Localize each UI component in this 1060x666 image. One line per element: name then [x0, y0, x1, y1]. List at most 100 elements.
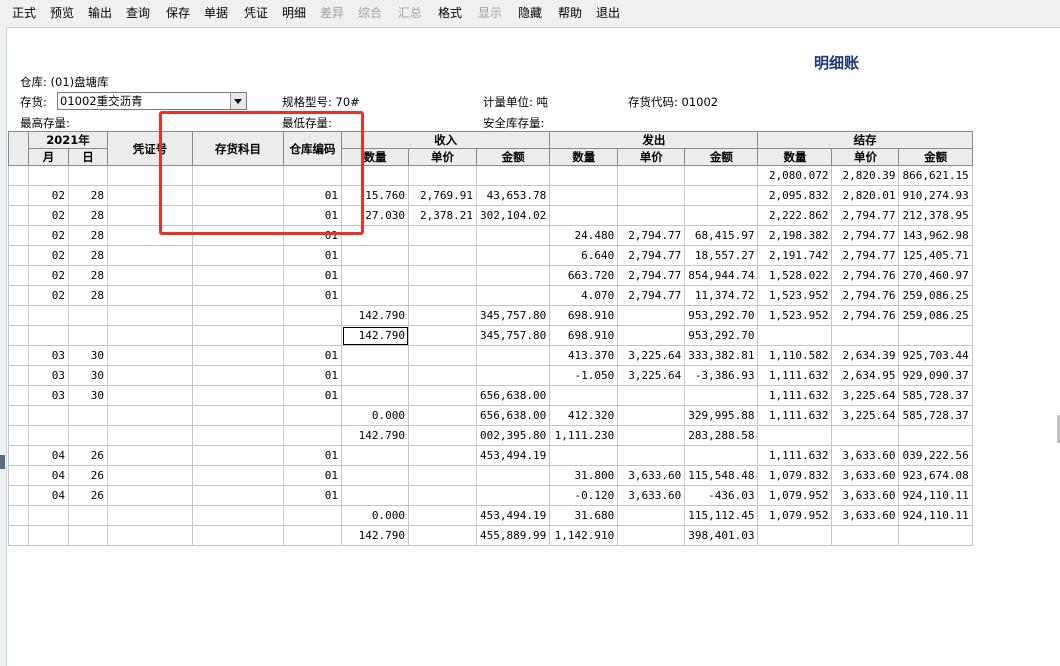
cell-month[interactable]: 04 [28, 485, 69, 506]
cell-balance-amount[interactable]: 270,460.97 [898, 265, 973, 286]
cell-income-qty[interactable] [341, 345, 409, 366]
cell-voucher[interactable] [107, 365, 193, 386]
cell-month[interactable]: 02 [28, 245, 69, 266]
cell-income-qty[interactable]: 27.030 [341, 205, 409, 226]
cell-issue-amount[interactable]: -3,386.93 [684, 365, 759, 386]
cell-balance-amount[interactable]: 925,703.44 [898, 345, 973, 366]
cell-month[interactable]: 04 [28, 465, 69, 486]
cell-income-price[interactable] [408, 505, 477, 526]
cell-month[interactable] [28, 165, 69, 186]
cell-balance-qty[interactable]: 2,198.382 [757, 225, 833, 246]
cell-warehouse-code[interactable]: 01 [283, 285, 342, 306]
row-header[interactable] [8, 185, 29, 206]
cell-issue-amount[interactable]: 333,382.81 [684, 345, 759, 366]
cell-income-amount[interactable] [475, 345, 551, 366]
table-row[interactable]: 142.790 345,757.80 698.910 953,292.70 1,523.… [8, 305, 973, 326]
cell-day[interactable] [68, 325, 108, 346]
row-header[interactable] [8, 345, 29, 366]
table-row[interactable]: 142.790 455,889.99 1,142.910 398,401.03 [8, 525, 973, 546]
cell-day[interactable] [68, 305, 108, 326]
cell-balance-price[interactable]: 2,794.76 [831, 285, 900, 306]
cell-balance-qty[interactable]: 1,528.022 [757, 265, 833, 286]
cell-voucher[interactable] [107, 445, 193, 466]
cell-subject[interactable] [192, 305, 284, 326]
cell-subject[interactable] [192, 265, 284, 286]
cell-income-qty[interactable] [341, 285, 409, 306]
cell-income-qty[interactable]: 142.790 [341, 325, 409, 346]
cell-income-amount[interactable]: 656,638.00 [475, 385, 551, 406]
table-row[interactable]: 03 30 01 413.370 3,225.64 333,382.81 1,110.582… [8, 345, 973, 366]
cell-issue-amount[interactable] [684, 165, 759, 186]
cell-issue-price[interactable] [617, 525, 686, 546]
cell-issue-qty[interactable]: 31.680 [549, 505, 619, 526]
cell-income-amount[interactable]: 453,494.19 [475, 505, 551, 526]
cell-balance-price[interactable]: 3,633.60 [831, 465, 900, 486]
row-header[interactable] [8, 265, 29, 286]
cell-issue-qty[interactable]: 663.720 [549, 265, 619, 286]
cell-income-amount[interactable] [475, 485, 551, 506]
cell-issue-price[interactable]: 3,633.60 [617, 485, 686, 506]
cell-issue-amount[interactable]: 68,415.97 [684, 225, 759, 246]
cell-issue-qty[interactable] [549, 185, 619, 206]
inventory-select[interactable]: 01002重交沥青 [57, 92, 247, 110]
menu-item-10[interactable]: 汇总 [398, 0, 422, 27]
cell-month[interactable] [28, 405, 69, 426]
cell-balance-amount[interactable]: 212,378.95 [898, 205, 973, 226]
cell-balance-qty[interactable]: 2,095.832 [757, 185, 833, 206]
header-subject[interactable]: 存货科目 [192, 131, 284, 166]
cell-warehouse-code[interactable]: 01 [283, 465, 342, 486]
table-row[interactable]: 04 26 01 -0.120 3,633.60 -436.03 1,079.952 3,63… [8, 485, 973, 506]
cell-issue-amount[interactable] [684, 205, 759, 226]
cell-balance-qty[interactable]: 1,111.632 [757, 445, 833, 466]
cell-issue-amount[interactable]: 398,401.03 [684, 525, 759, 546]
row-header[interactable] [8, 425, 29, 446]
cell-income-amount[interactable] [475, 225, 551, 246]
cell-issue-qty[interactable]: 24.480 [549, 225, 619, 246]
cell-warehouse-code[interactable] [283, 525, 342, 546]
cell-subject[interactable] [192, 325, 284, 346]
cell-issue-price[interactable]: 3,225.64 [617, 365, 686, 386]
row-header[interactable] [8, 225, 29, 246]
chevron-down-icon[interactable] [230, 93, 246, 109]
cell-subject[interactable] [192, 345, 284, 366]
cell-balance-amount[interactable]: 924,110.11 [898, 485, 973, 506]
cell-balance-amount[interactable]: 585,728.37 [898, 385, 973, 406]
cell-subject[interactable] [192, 525, 284, 546]
cell-balance-qty[interactable]: 1,111.632 [757, 405, 833, 426]
row-header[interactable] [8, 305, 29, 326]
cell-balance-amount[interactable]: 125,405.71 [898, 245, 973, 266]
cell-day[interactable]: 28 [68, 285, 108, 306]
cell-warehouse-code[interactable]: 01 [283, 365, 342, 386]
cell-warehouse-code[interactable]: 01 [283, 225, 342, 246]
cell-issue-qty[interactable]: 6.640 [549, 245, 619, 266]
cell-day[interactable]: 26 [68, 465, 108, 486]
cell-warehouse-code[interactable]: 01 [283, 445, 342, 466]
cell-balance-price[interactable]: 2,634.95 [831, 365, 900, 386]
cell-issue-price[interactable] [617, 425, 686, 446]
cell-subject[interactable] [192, 365, 284, 386]
cell-income-qty[interactable] [341, 385, 409, 406]
table-row[interactable]: 0.000 656,638.00 412.320 329,995.88 1,111.63… [8, 405, 973, 426]
table-row[interactable]: 02 28 01 663.720 2,794.77 854,944.74 1,528.022… [8, 265, 973, 286]
cell-issue-amount[interactable]: 115,548.48 [684, 465, 759, 486]
cell-issue-qty[interactable]: 1,142.910 [549, 525, 619, 546]
cell-voucher[interactable] [107, 305, 193, 326]
table-row[interactable]: 02 28 01 4.070 2,794.77 11,374.72 1,523.952 2,7… [8, 285, 973, 306]
cell-issue-amount[interactable]: 854,944.74 [684, 265, 759, 286]
cell-warehouse-code[interactable]: 01 [283, 205, 342, 226]
cell-warehouse-code[interactable]: 01 [283, 245, 342, 266]
cell-day[interactable]: 28 [68, 205, 108, 226]
menu-item-0[interactable]: 正式 [12, 0, 36, 27]
cell-warehouse-code[interactable] [283, 165, 342, 186]
cell-income-amount[interactable]: 345,757.80 [475, 325, 551, 346]
row-header[interactable] [8, 165, 29, 186]
cell-income-price[interactable] [408, 225, 477, 246]
menu-item-8[interactable]: 差异 [320, 0, 344, 27]
cell-income-amount[interactable]: 002,395.80 [475, 425, 551, 446]
cell-income-qty[interactable] [341, 445, 409, 466]
cell-day[interactable] [68, 425, 108, 446]
menu-item-12[interactable]: 显示 [478, 0, 502, 27]
cell-issue-price[interactable] [617, 325, 686, 346]
cell-income-price[interactable] [408, 245, 477, 266]
cell-balance-qty[interactable] [757, 525, 833, 546]
